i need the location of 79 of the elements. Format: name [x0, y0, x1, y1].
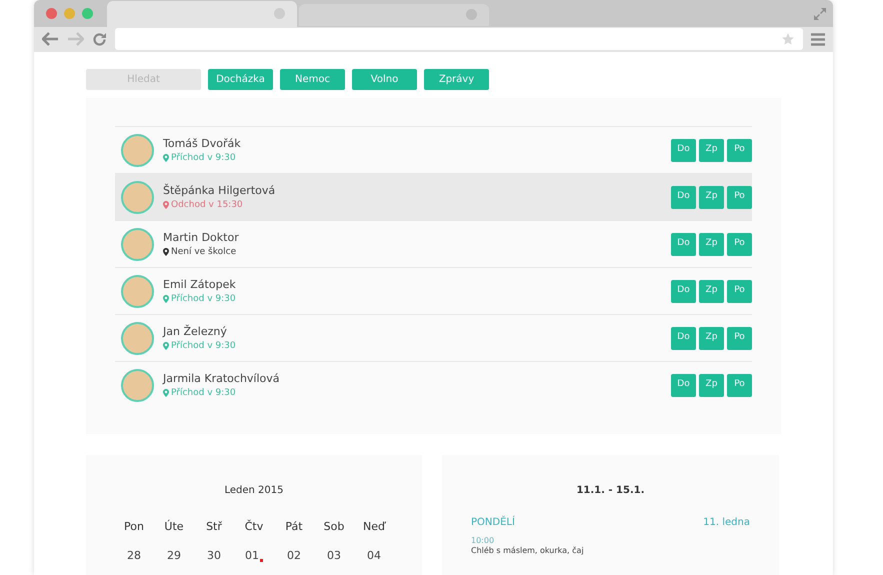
action-button[interactable]: Zp — [699, 138, 724, 162]
weekday-label: Stř — [205, 519, 223, 535]
avatar — [121, 274, 154, 308]
browser-tab[interactable] — [107, 0, 297, 27]
avatar — [121, 134, 154, 166]
menu-icon[interactable] — [811, 32, 825, 46]
attendance-status: Příchod v 9:30 — [171, 388, 236, 398]
calendar-day[interactable]: 28 — [127, 548, 141, 564]
avatar — [121, 180, 154, 214]
calendar-day[interactable]: 01 — [245, 548, 263, 564]
child-name: Jarmila Kratochvílová — [163, 372, 281, 384]
meal-time: 10:00 — [471, 536, 496, 546]
avatar — [121, 228, 154, 260]
weekday-label: Pát — [284, 519, 304, 535]
menu-day: PONDĚLÍ — [471, 515, 515, 530]
meal-description: Chléb s máslem, okurka, čaj — [471, 546, 585, 556]
nav-button[interactable]: Docházka — [208, 69, 273, 90]
location-pin-icon — [163, 201, 169, 209]
location-pin-icon — [163, 342, 169, 350]
attendance-status: Příchod v 9:30 — [171, 152, 236, 164]
action-button[interactable]: Do — [671, 374, 696, 396]
action-button[interactable]: Zp — [699, 374, 724, 396]
calendar-day[interactable]: 03 — [327, 548, 341, 564]
location-pin-icon — [163, 154, 169, 162]
menu-week-title: 11.1. - 15.1. — [576, 484, 645, 498]
action-button[interactable]: Do — [671, 186, 696, 208]
calendar-day[interactable]: 29 — [167, 548, 181, 564]
child-name: Štěpánka Hilgertová — [163, 184, 276, 196]
avatar — [121, 322, 154, 354]
action-button[interactable]: Do — [671, 326, 696, 350]
attendance-status: Odchod v 15:30 — [171, 200, 243, 210]
attendance-status: Příchod v 9:30 — [171, 294, 236, 304]
calendar-day[interactable]: 04 — [367, 548, 381, 564]
star-icon[interactable] — [781, 32, 795, 46]
location-pin-icon — [163, 248, 169, 256]
back-arrow-icon[interactable] — [42, 32, 59, 46]
child-name: Emil Zátopek — [163, 278, 237, 290]
action-button[interactable]: Po — [727, 326, 752, 350]
action-button[interactable]: Do — [671, 138, 696, 162]
location-pin-icon — [163, 295, 169, 303]
menu-date: 11. ledna — [703, 516, 750, 530]
child-name: Jan Železný — [163, 324, 228, 338]
location-pin-icon — [163, 389, 169, 397]
calendar-day[interactable]: 02 — [287, 548, 301, 564]
weekday-label: Sob — [322, 519, 346, 535]
fullscreen-icon[interactable] — [813, 7, 827, 21]
close-window-icon[interactable] — [46, 8, 57, 19]
action-button[interactable]: Po — [727, 138, 752, 162]
minimize-window-icon[interactable] — [64, 8, 75, 19]
attendance-status: Příchod v 9:30 — [171, 340, 236, 352]
child-row[interactable]: Štěpánka Hilgertová Odchod v 15:30 Do Zp Po — [115, 173, 752, 220]
browser-tab[interactable] — [299, 4, 489, 26]
nav-button[interactable]: Zprávy — [424, 69, 489, 90]
reload-icon[interactable] — [92, 32, 107, 47]
action-button[interactable]: Do — [671, 232, 696, 256]
action-button[interactable]: Po — [727, 280, 752, 302]
forward-arrow-icon[interactable] — [67, 32, 84, 46]
maximize-window-icon[interactable] — [82, 8, 93, 19]
nav-button[interactable]: Nemoc — [280, 69, 345, 90]
action-button[interactable]: Zp — [699, 280, 724, 302]
weekday-label: Neď — [362, 519, 387, 535]
action-button[interactable]: Zp — [699, 186, 724, 208]
action-button[interactable]: Po — [727, 374, 752, 396]
child-name: Martin Doktor — [163, 230, 240, 244]
weekday-label: Úte — [163, 519, 185, 535]
calendar-title: Leden 2015 — [224, 484, 284, 498]
attendance-status: Není ve školce — [171, 246, 236, 258]
weekday-label: Pon — [123, 519, 145, 535]
action-button[interactable]: Po — [727, 232, 752, 256]
action-button[interactable]: Po — [727, 186, 752, 208]
child-name: Tomáš Dvořák — [163, 136, 242, 150]
avatar — [121, 368, 154, 402]
nav-button[interactable]: Volno — [352, 69, 417, 90]
action-button[interactable]: Zp — [699, 326, 724, 350]
address-bar[interactable] — [115, 28, 803, 50]
action-button[interactable]: Do — [671, 280, 696, 302]
weekday-label: Čtv — [244, 519, 264, 535]
calendar-day[interactable]: 30 — [207, 548, 221, 564]
action-button[interactable]: Zp — [699, 232, 724, 256]
